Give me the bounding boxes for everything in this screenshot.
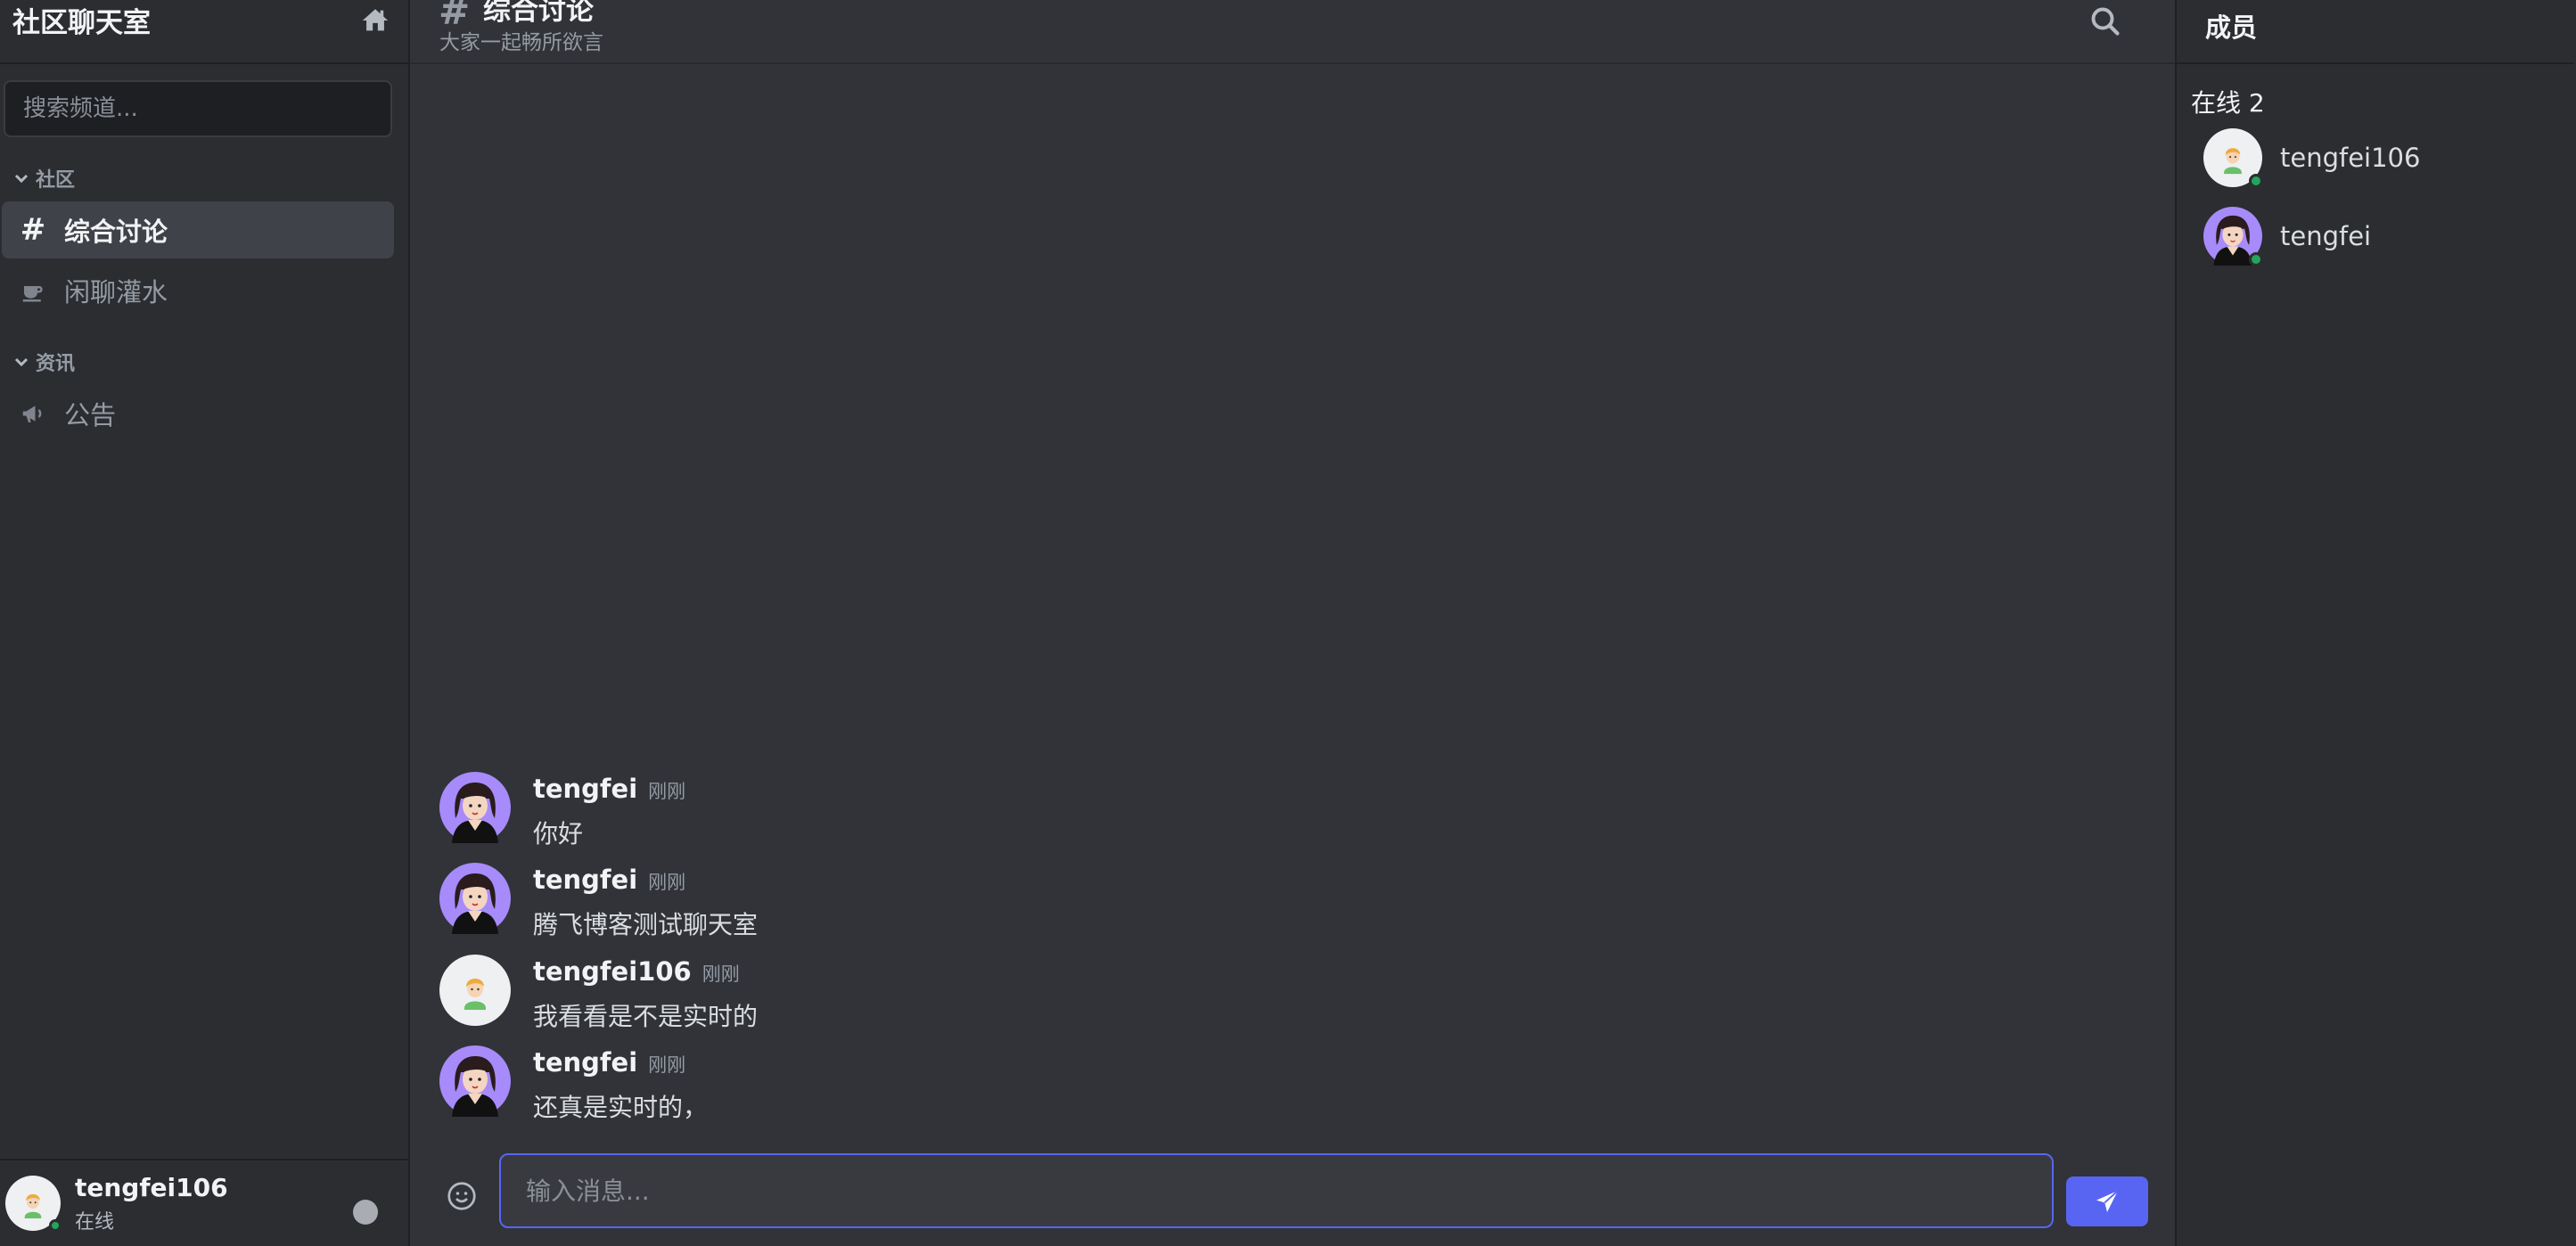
- message-timestamp: 刚刚: [648, 872, 686, 893]
- avatar[interactable]: [439, 772, 511, 843]
- channel-label: 公告: [64, 400, 117, 430]
- message-author[interactable]: tengfei: [533, 865, 637, 895]
- app-root: 社区聊天室 社区 # 综合讨论 闲聊灌水 资讯: [0, 0, 2576, 1246]
- avatar[interactable]: [439, 863, 511, 934]
- members-panel: 成员 在线 2 tengfei106 tengfei: [2177, 0, 2574, 1246]
- message-item: tengfei 刚刚 腾飞博客测试聊天室: [439, 863, 758, 941]
- chevron-down-icon: [14, 174, 29, 184]
- channel-label: 综合讨论: [64, 217, 168, 247]
- message-text: 你好: [533, 819, 584, 848]
- message-text: 我看看是不是实时的: [533, 1002, 759, 1031]
- girl-avatar-icon: [439, 863, 511, 934]
- message-input[interactable]: [499, 1153, 2054, 1228]
- message-author[interactable]: tengfei106: [533, 956, 692, 987]
- channel-description: 大家一起畅所欲言: [439, 31, 603, 54]
- home-icon[interactable]: [360, 5, 390, 36]
- girl-avatar-icon: [439, 1045, 511, 1117]
- megaphone-icon: [18, 398, 48, 429]
- category-label: 资讯: [36, 353, 76, 375]
- channel-label: 闲聊灌水: [64, 277, 168, 307]
- message-text: 还真是实时的，: [533, 1093, 709, 1122]
- online-status-dot: [49, 1219, 62, 1232]
- members-title: 成员: [2205, 12, 2258, 43]
- channel-header: # 综合讨论 大家一起畅所欲言: [410, 0, 2175, 64]
- channel-item-announcements[interactable]: 公告: [2, 385, 394, 442]
- avatar: [2203, 128, 2263, 188]
- send-icon: [2096, 1190, 2119, 1212]
- message-timestamp: 刚刚: [648, 1054, 686, 1076]
- category-label: 社区: [36, 169, 76, 192]
- current-user-name: tengfei106: [75, 1172, 228, 1202]
- message-text: 腾飞博客测试聊天室: [533, 910, 759, 939]
- coffee-icon: [18, 275, 48, 306]
- member-name: tengfei106: [2280, 143, 2421, 173]
- channel-item-chitchat[interactable]: 闲聊灌水: [2, 262, 394, 319]
- send-button[interactable]: [2066, 1176, 2148, 1226]
- online-status-dot: [2249, 174, 2263, 188]
- chevron-down-icon: [14, 357, 29, 367]
- boy-avatar-icon: [439, 955, 511, 1026]
- message-timestamp: 刚刚: [648, 781, 686, 802]
- message-author[interactable]: tengfei: [533, 774, 637, 804]
- avatar[interactable]: [5, 1176, 62, 1232]
- message-item: tengfei 刚刚 你好: [439, 772, 685, 850]
- sidebar-header: 社区聊天室: [0, 0, 408, 64]
- online-status-dot: [2249, 252, 2263, 266]
- server-title: 社区聊天室: [12, 6, 151, 39]
- member-item[interactable]: tengfei: [2203, 207, 2371, 266]
- avatar: [2203, 207, 2263, 266]
- girl-avatar-icon: [439, 772, 511, 843]
- channel-title: 综合讨论: [483, 0, 594, 27]
- user-panel: tengfei106 在线: [0, 1159, 408, 1246]
- message-item: tengfei 刚刚 还真是实时的，: [439, 1045, 708, 1124]
- channel-item-general[interactable]: # 综合讨论: [2, 201, 394, 258]
- member-name: tengfei: [2280, 221, 2372, 251]
- message-item: tengfei106 刚刚 我看看是不是实时的: [439, 955, 758, 1033]
- avatar[interactable]: [439, 955, 511, 1026]
- channel-search-input[interactable]: [4, 80, 392, 137]
- avatar[interactable]: [439, 1045, 511, 1117]
- chat-main: # 综合讨论 大家一起畅所欲言 tengfei 刚刚 你好 tengfei 刚刚…: [410, 0, 2177, 1246]
- current-user-status: 在线: [75, 1210, 115, 1234]
- channel-sidebar: 社区聊天室 社区 # 综合讨论 闲聊灌水 资讯: [0, 0, 410, 1246]
- status-toggle-button[interactable]: [353, 1200, 378, 1225]
- members-header: 成员: [2177, 0, 2574, 64]
- member-item[interactable]: tengfei106: [2203, 128, 2421, 188]
- message-timestamp: 刚刚: [701, 963, 740, 985]
- message-composer: [410, 1153, 2175, 1230]
- category-news[interactable]: 资讯: [0, 348, 408, 376]
- hash-icon: #: [20, 212, 46, 248]
- emoji-icon[interactable]: [446, 1180, 478, 1212]
- category-community[interactable]: 社区: [0, 164, 408, 193]
- search-icon[interactable]: [2089, 5, 2121, 37]
- message-author[interactable]: tengfei: [533, 1047, 637, 1078]
- online-count-label: 在线 2: [2191, 88, 2265, 118]
